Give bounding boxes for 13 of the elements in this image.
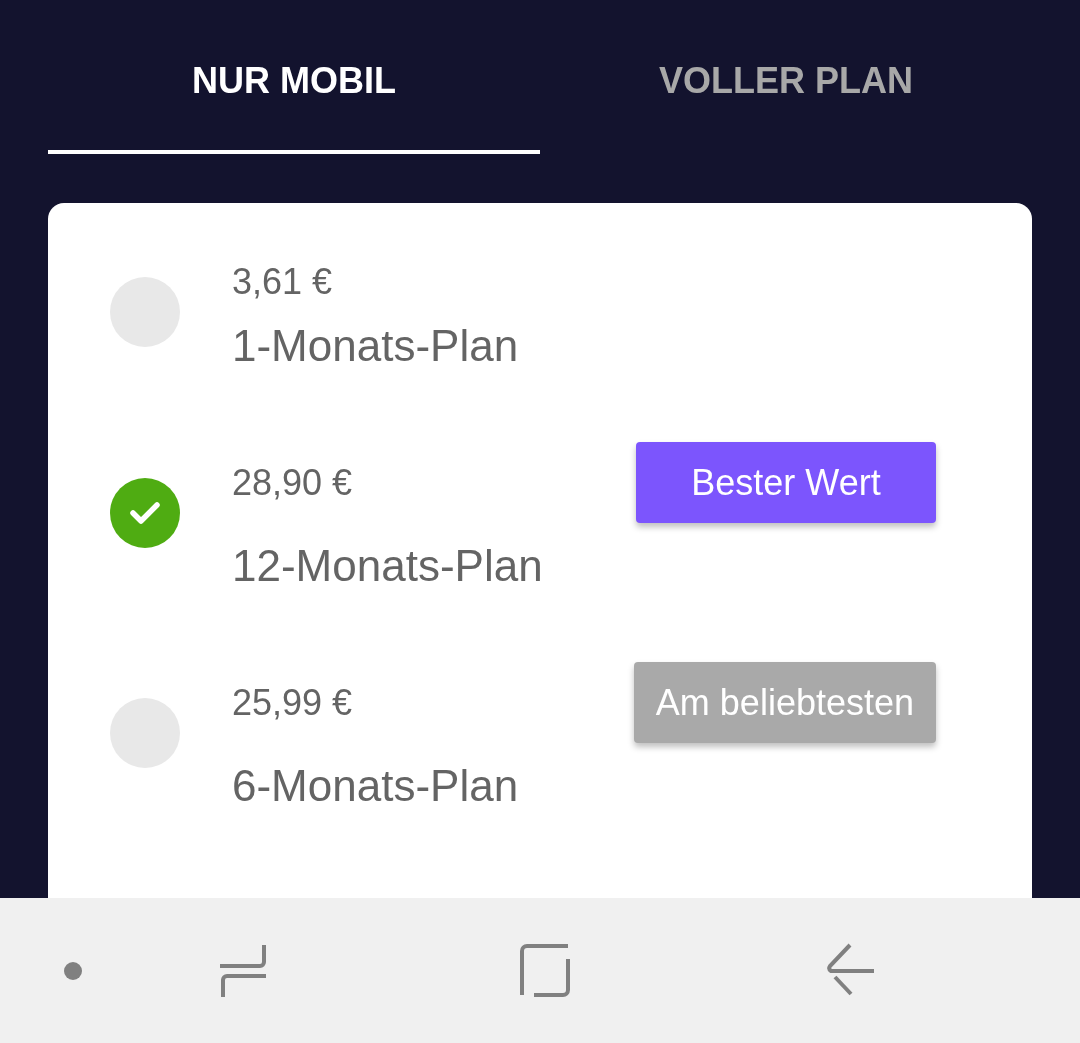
plan-name: 1-Monats-Plan <box>232 320 519 372</box>
recent-apps-icon[interactable] <box>218 942 268 999</box>
plan-price: 3,61 € <box>232 260 333 303</box>
plan-name: 12-Monats-Plan <box>232 540 543 592</box>
tab[interactable]: NUR MOBIL <box>48 28 540 154</box>
plan-price: 25,99 € <box>232 681 353 724</box>
plan-badge: Bester Wert <box>636 442 936 523</box>
square-icon[interactable] <box>520 944 572 997</box>
check-icon <box>130 501 160 525</box>
tab[interactable]: VOLLER PLAN <box>540 28 1032 154</box>
plan-price: 28,90 € <box>232 461 353 504</box>
plan-badge: Am beliebtesten <box>633 662 936 743</box>
plan-name: 6-Monats-Plan <box>232 760 519 812</box>
